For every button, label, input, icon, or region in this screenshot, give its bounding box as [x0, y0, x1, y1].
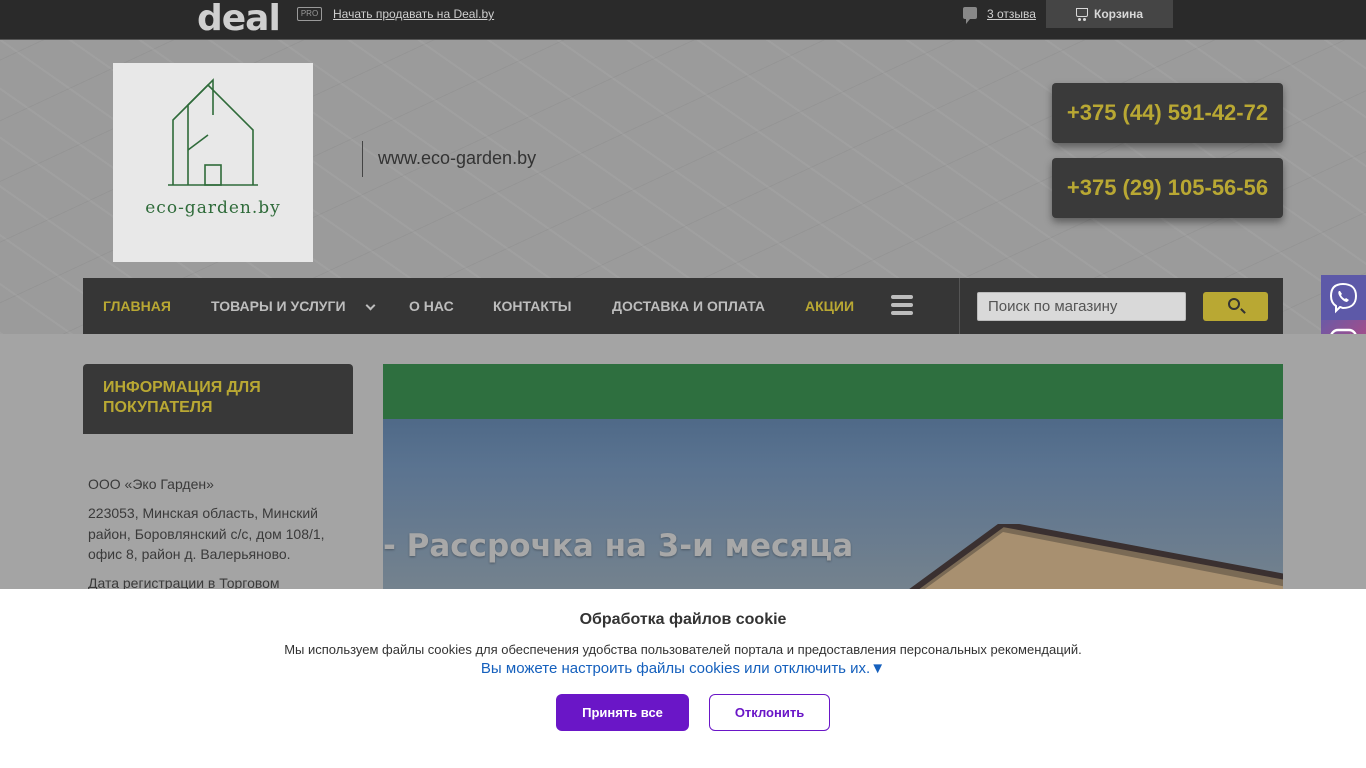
search-button[interactable] — [1203, 292, 1268, 321]
search-bar — [959, 278, 1283, 334]
cookie-settings-link[interactable]: Вы можете настроить файлы cookies или от… — [0, 660, 1366, 677]
promo-banner[interactable]: - Рассрочка на 3-и месяца — [383, 364, 1283, 589]
nav-item-about[interactable]: О нас — [409, 278, 454, 334]
divider — [362, 141, 363, 177]
nav-item-home[interactable]: Главная — [103, 278, 171, 334]
deal-logo[interactable]: deal — [197, 1, 281, 39]
nav-item-promotions[interactable]: Акции — [805, 278, 854, 334]
reviews-link[interactable]: 3 отзыва — [987, 7, 1036, 21]
cookie-text: Мы используем файлы cookies для обеспече… — [284, 642, 1082, 657]
logo-text: eco-garden.by — [145, 198, 281, 218]
menu-icon[interactable] — [891, 295, 913, 317]
nav-item-products[interactable]: Товары и услуги — [211, 278, 346, 334]
house-logo-icon — [168, 78, 258, 186]
banner-text: - Рассрочка на 3-и месяца — [383, 528, 854, 564]
phone-number-1[interactable]: +375 (44) 591-42-72 — [1052, 83, 1283, 143]
buyer-info: ООО «Эко Гарден» 223053, Минская область… — [88, 474, 348, 602]
company-name: ООО «Эко Гарден» — [88, 476, 214, 492]
viber-button[interactable] — [1321, 275, 1366, 320]
cookie-title: Обработка файлов cookie — [579, 611, 787, 628]
search-input[interactable] — [977, 292, 1186, 321]
cart-label: Корзина — [1094, 7, 1144, 21]
cart-button[interactable]: Корзина — [1046, 0, 1173, 28]
decline-button[interactable]: Отклонить — [709, 694, 830, 731]
main-nav: Главная Товары и услуги О нас Контакты Д… — [83, 278, 959, 334]
viber-icon — [1329, 282, 1358, 314]
company-address: 223053, Минская область, Минский район, … — [88, 505, 325, 562]
banner-green-strip — [383, 364, 1283, 419]
nav-item-delivery[interactable]: Доставка и оплата — [612, 278, 765, 334]
search-icon — [1228, 298, 1240, 310]
start-selling-link[interactable]: Начать продавать на Deal.by — [333, 7, 494, 21]
company-logo[interactable]: eco-garden.by — [113, 63, 313, 262]
sidebar-title: Информация для покупателя — [83, 364, 353, 434]
site-url: www.eco-garden.by — [378, 148, 537, 168]
roof-image — [909, 524, 1283, 589]
cart-icon — [1076, 8, 1088, 21]
accept-all-button[interactable]: Принять все — [556, 694, 689, 731]
pro-badge: PRO — [297, 7, 322, 21]
nav-item-contacts[interactable]: Контакты — [493, 278, 571, 334]
cookie-banner: Обработка файлов cookie Мы используем фа… — [0, 589, 1366, 768]
chevron-down-icon[interactable] — [365, 300, 376, 311]
comment-icon — [963, 7, 977, 24]
phone-number-2[interactable]: +375 (29) 105-56-56 — [1052, 158, 1283, 218]
deal-topbar: deal PRO Начать продавать на Deal.by 3 о… — [0, 0, 1366, 40]
